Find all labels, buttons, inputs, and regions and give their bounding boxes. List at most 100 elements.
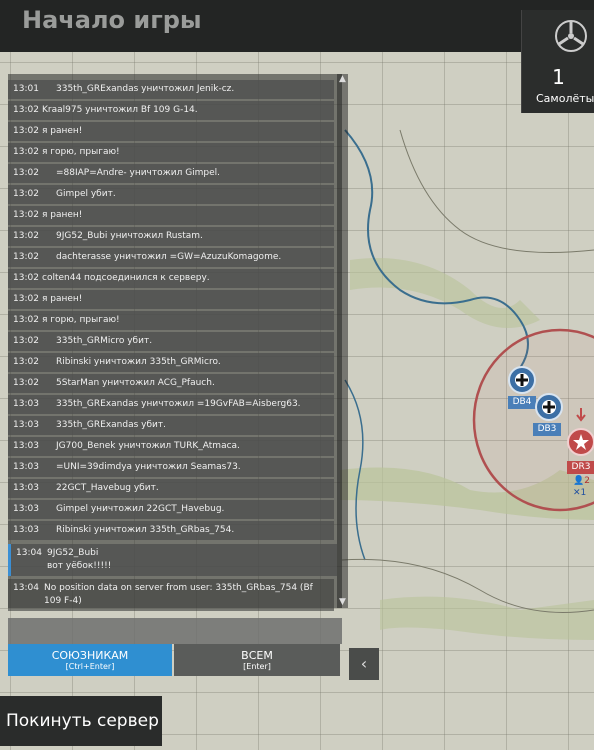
chat-scrollbar[interactable]: ▲ ▼ bbox=[337, 74, 348, 608]
message-text: 335th_GRExandas уничтожил Jenik-cz. bbox=[56, 84, 235, 94]
message-text: =UNI=39dimdya уничтожил Seamas73. bbox=[56, 462, 241, 472]
message-text: 335th_GRExandas убит. bbox=[56, 420, 166, 430]
message-text: я горю, прыгаю! bbox=[42, 315, 120, 325]
message-text: =88IAP=Andre- уничтожил Gimpel. bbox=[56, 168, 221, 178]
send-all-shortcut: [Enter] bbox=[243, 662, 271, 671]
message-text: я ранен! bbox=[42, 294, 83, 304]
message-time: 13:03 bbox=[13, 483, 39, 493]
message-text: 9JG52_Bubi вот уёбок!!!!! bbox=[47, 547, 332, 573]
message-text: dachterasse уничтожил =GW=AzuzuKomagome. bbox=[56, 252, 282, 262]
chat-message: 13:02 я горю, прыгаю! bbox=[8, 311, 334, 330]
message-time: 13:03 bbox=[13, 462, 39, 472]
message-text: я горю, прыгаю! bbox=[42, 147, 120, 157]
chevron-left-icon[interactable]: ‹ bbox=[349, 648, 379, 680]
unit-label-db4: DB4 bbox=[508, 396, 536, 409]
chat-message: 13:01 335th_GRExandas уничтожил Jenik-cz. bbox=[8, 80, 334, 99]
message-time: 13:02 bbox=[13, 336, 39, 346]
message-text: 335th_GRExandas уничтожил =19GvFAB=Aisbe… bbox=[56, 399, 301, 409]
message-time: 13:02 bbox=[13, 273, 39, 283]
chat-message: 13:03 Gimpel уничтожил 22GCT_Havebug. bbox=[8, 500, 334, 519]
send-allies-shortcut: [Ctrl+Enter] bbox=[65, 662, 115, 671]
star-marker-icon[interactable] bbox=[565, 408, 594, 460]
message-text: я ранен! bbox=[42, 210, 83, 220]
chat-panel[interactable]: 13:01 335th_GRExandas уничтожил Jenik-cz.… bbox=[8, 74, 348, 611]
chat-message: 13:02 =88IAP=Andre- уничтожил Gimpel. bbox=[8, 164, 334, 183]
top-bar: Начало игры bbox=[0, 0, 594, 52]
scroll-up-icon[interactable]: ▲ bbox=[337, 74, 348, 85]
chat-message: 13:03 22GCT_Havebug убит. bbox=[8, 479, 334, 498]
unit-label-dr3: DR3 bbox=[567, 461, 594, 474]
message-time: 13:02 bbox=[13, 168, 39, 178]
chat-message: 13:02 5StarMan уничтожил ACG_Pfauch. bbox=[8, 374, 334, 393]
chat-message: 13:02 9JG52_Bubi уничтожил Rustam. bbox=[8, 227, 334, 246]
message-text: Gimpel убит. bbox=[56, 189, 116, 199]
message-time: 13:02 bbox=[13, 105, 39, 115]
message-time: 13:03 bbox=[13, 504, 39, 514]
message-time: 13:03 bbox=[13, 420, 39, 430]
message-time: 13:02 bbox=[13, 294, 39, 304]
chat-message: 13:02 colten44 подсоединился к серверу. bbox=[8, 269, 334, 288]
propeller-icon bbox=[555, 20, 587, 52]
message-text: 22GCT_Havebug убит. bbox=[56, 483, 159, 493]
message-time: 13:02 bbox=[13, 378, 39, 388]
chat-message-last-user: 13:04 9JG52_Bubi вот уёбок!!!!! bbox=[8, 544, 337, 576]
message-time: 13:02 bbox=[13, 231, 39, 241]
planes-button[interactable]: 1 Самолёты bbox=[521, 10, 594, 113]
chat-message: 13:02 я ранен! bbox=[8, 206, 334, 225]
message-text: 335th_GRMicro убит. bbox=[56, 336, 153, 346]
chat-message: 13:02 dachterasse уничтожил =GW=AzuzuKoma… bbox=[8, 248, 334, 267]
chat-message: 13:02 335th_GRMicro убит. bbox=[8, 332, 334, 351]
message-time: 13:04 bbox=[16, 548, 42, 558]
message-time: 13:04 bbox=[13, 583, 39, 593]
send-all-button[interactable]: ВСЕМ [Enter] bbox=[174, 644, 340, 676]
message-time: 13:02 bbox=[13, 315, 39, 325]
chat-message: 13:02 Ribinski уничтожил 335th_GRMicro. bbox=[8, 353, 334, 372]
chat-message: 13:03 =UNI=39dimdya уничтожил Seamas73. bbox=[8, 458, 334, 477]
leave-server-button[interactable]: Покинуть сервер bbox=[0, 696, 162, 746]
message-body: вот уёбок!!!!! bbox=[47, 561, 112, 571]
ally-count: ✕1 bbox=[573, 488, 587, 498]
enemy-count: 👤2 bbox=[573, 476, 590, 486]
page-title: Начало игры bbox=[22, 6, 202, 34]
message-text: 5StarMan уничтожил ACG_Pfauch. bbox=[56, 378, 215, 388]
cross-marker-icon[interactable] bbox=[534, 392, 564, 422]
chat-message-system: 13:04 No position data on server from us… bbox=[8, 579, 334, 611]
message-time: 13:03 bbox=[13, 441, 39, 451]
cross-marker-icon[interactable] bbox=[507, 365, 537, 395]
message-text: Ribinski уничтожил 335th_GRMicro. bbox=[56, 357, 221, 367]
chat-message: 13:03 335th_GRExandas убит. bbox=[8, 416, 334, 435]
message-time: 13:02 bbox=[13, 147, 39, 157]
message-time: 13:03 bbox=[13, 525, 39, 535]
chat-message: 13:03 JG700_Benek уничтожил TURK_Atmaca. bbox=[8, 437, 334, 456]
message-time: 13:02 bbox=[13, 126, 39, 136]
chat-message: 13:02 я ранен! bbox=[8, 290, 334, 309]
message-text: я ранен! bbox=[42, 126, 83, 136]
chat-message: 13:03 Ribinski уничтожил 335th_GRbas_754. bbox=[8, 521, 334, 540]
planes-label: Самолёты bbox=[536, 92, 594, 105]
message-author: 9JG52_Bubi bbox=[47, 548, 99, 558]
enemy-count-value: 2 bbox=[584, 476, 590, 486]
message-text: JG700_Benek уничтожил TURK_Atmaca. bbox=[56, 441, 240, 451]
message-time: 13:02 bbox=[13, 357, 39, 367]
message-time: 13:01 bbox=[13, 84, 39, 94]
message-time: 13:02 bbox=[13, 252, 39, 262]
chat-message: 13:02 я ранен! bbox=[8, 122, 334, 141]
chat-input[interactable] bbox=[8, 618, 342, 644]
chat-message: 13:02 я горю, прыгаю! bbox=[8, 143, 334, 162]
message-time: 13:02 bbox=[13, 189, 39, 199]
message-text: colten44 подсоединился к серверу. bbox=[42, 273, 210, 283]
unit-label-db3: DB3 bbox=[533, 423, 561, 436]
send-allies-label: СОЮЗНИКАМ bbox=[51, 649, 129, 662]
chat-message: 13:02 Kraal975 уничтожил Bf 109 G-14. bbox=[8, 101, 334, 120]
message-time: 13:03 bbox=[13, 399, 39, 409]
message-text: Kraal975 уничтожил Bf 109 G-14. bbox=[42, 105, 198, 115]
message-text: Ribinski уничтожил 335th_GRbas_754. bbox=[56, 525, 235, 535]
send-allies-button[interactable]: СОЮЗНИКАМ [Ctrl+Enter] bbox=[8, 644, 172, 676]
send-all-label: ВСЕМ bbox=[241, 649, 273, 662]
message-text: Gimpel уничтожил 22GCT_Havebug. bbox=[56, 504, 225, 514]
scroll-down-icon[interactable]: ▼ bbox=[337, 597, 348, 608]
planes-count: 1 bbox=[552, 65, 565, 89]
message-text: 9JG52_Bubi уничтожил Rustam. bbox=[56, 231, 203, 241]
chat-message: 13:02 Gimpel убит. bbox=[8, 185, 334, 204]
message-time: 13:02 bbox=[13, 210, 39, 220]
